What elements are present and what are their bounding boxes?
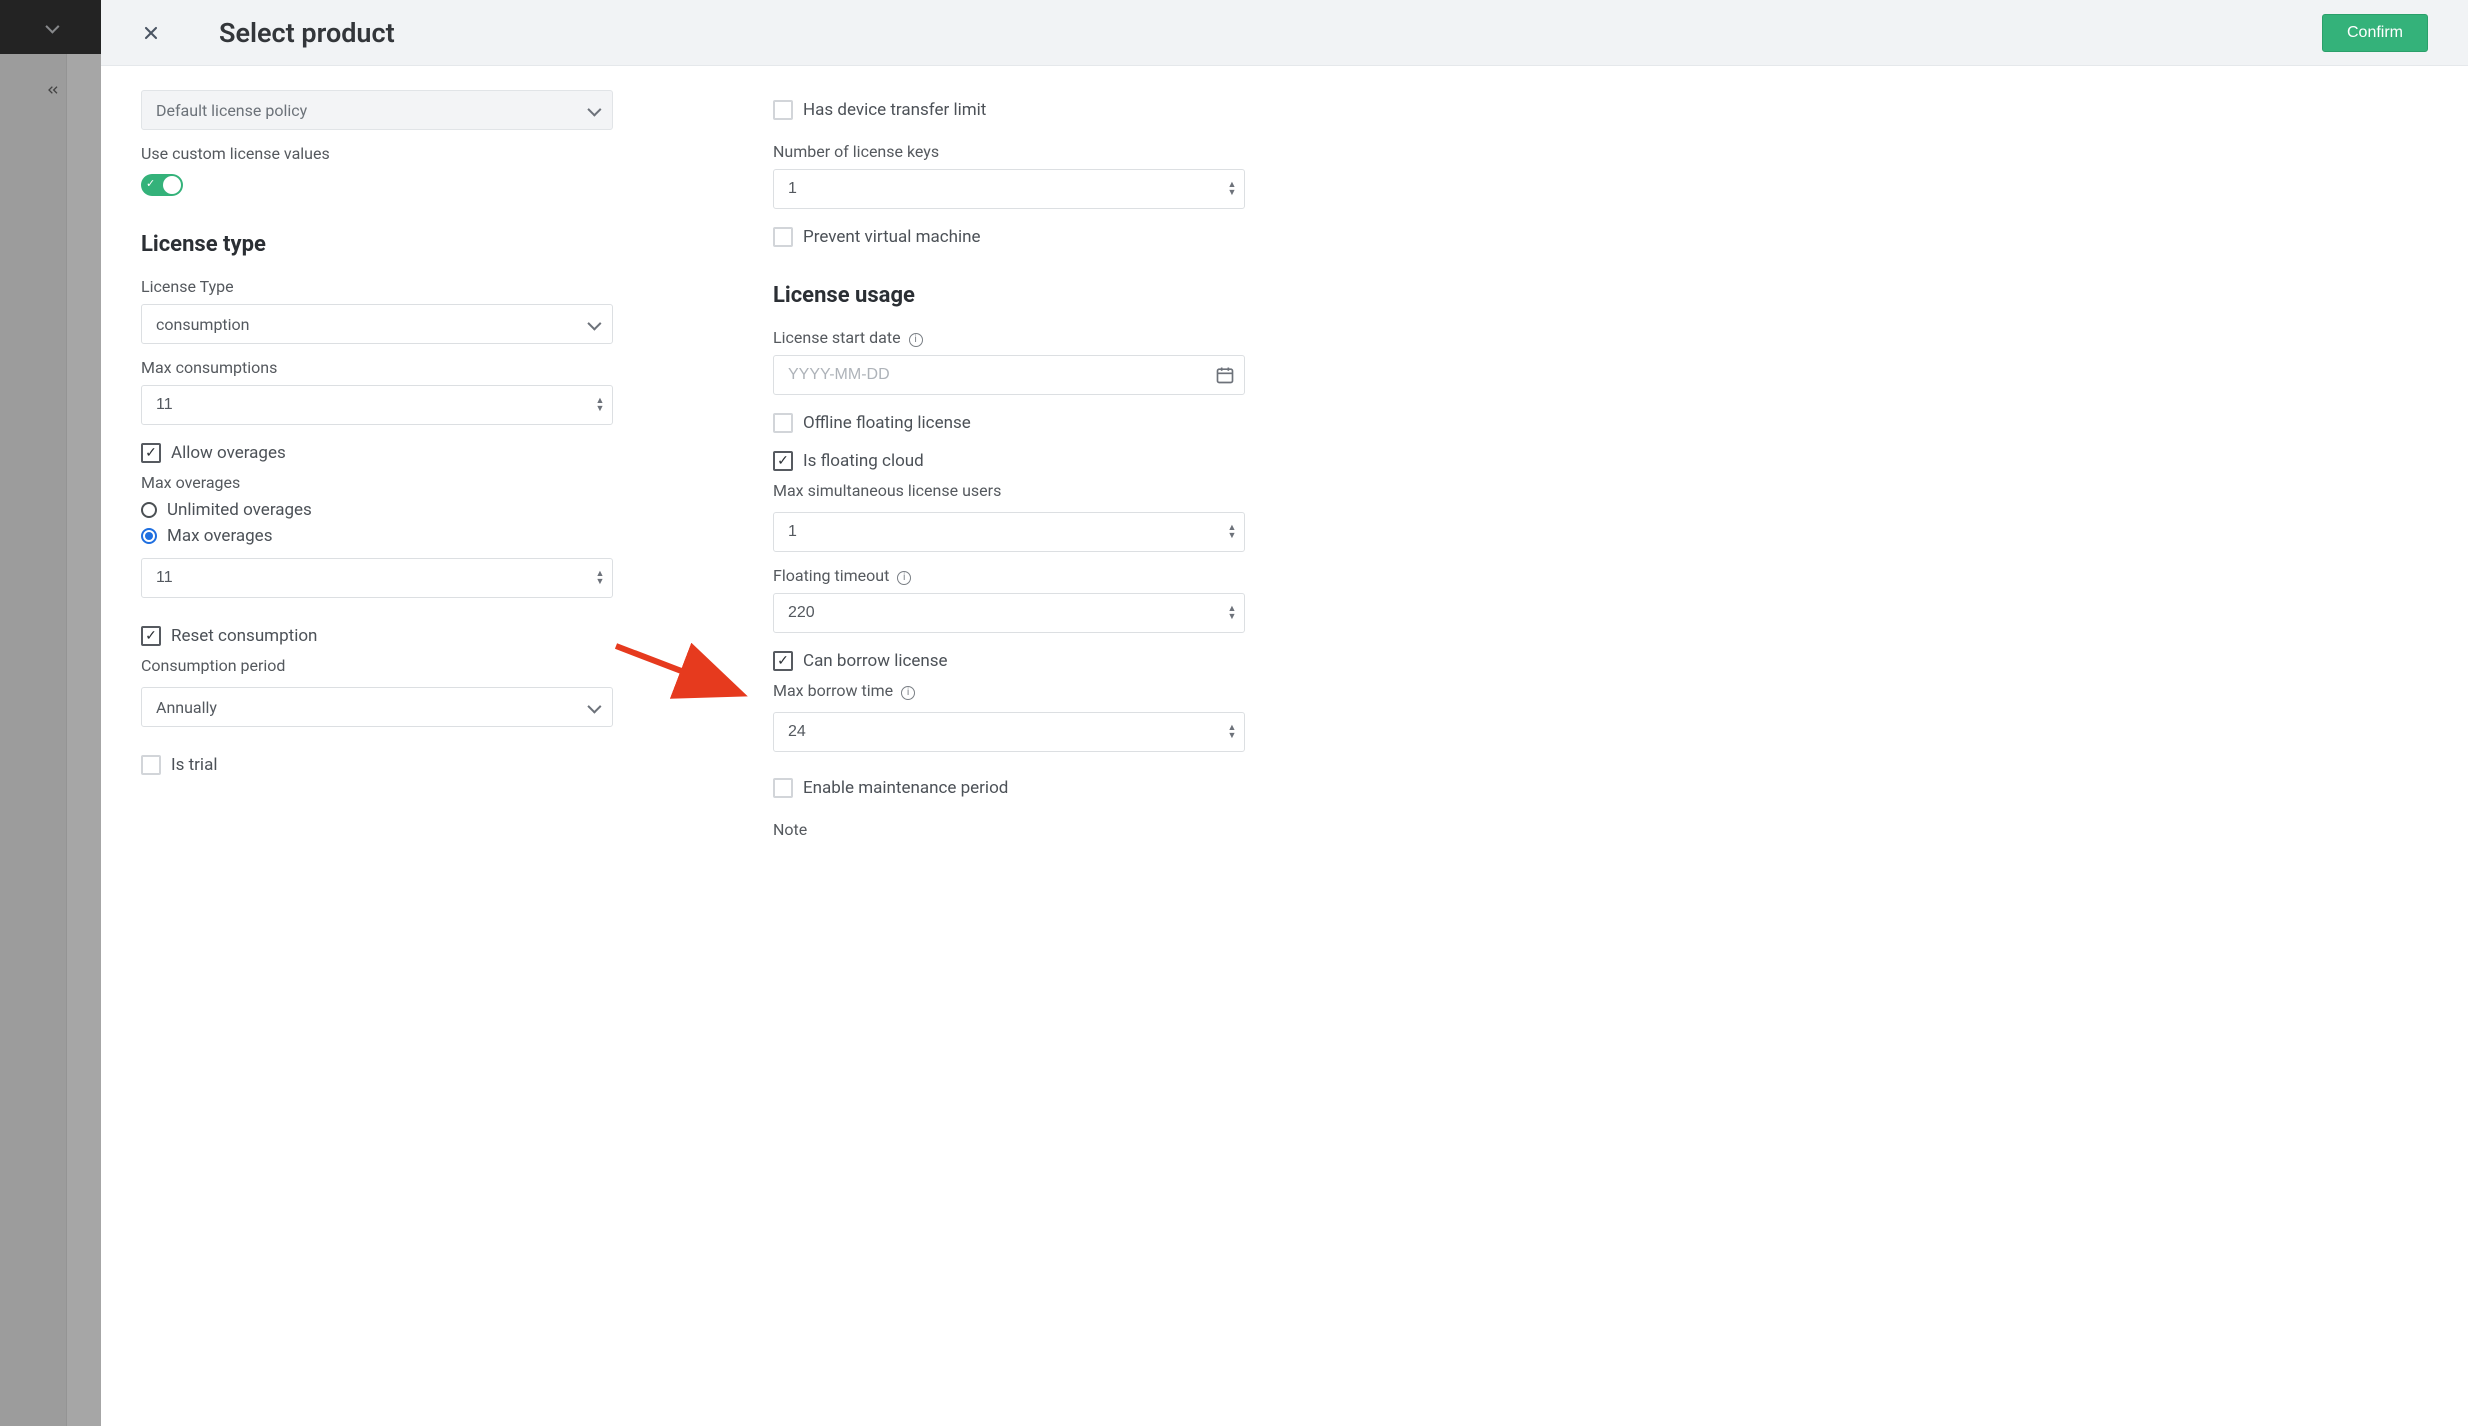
right-column: Has device transfer limit Number of lice… (773, 90, 1245, 1386)
drawer-header: Select product Confirm (101, 0, 2468, 66)
stepper-control[interactable]: ▲▼ (1225, 599, 1239, 627)
max-sim-users-label: Max simultaneous license users (773, 481, 1245, 500)
check-icon: ✓ (146, 177, 155, 190)
is-trial-checkbox[interactable] (141, 755, 161, 775)
note-label: Note (773, 820, 1245, 839)
allow-overages-checkbox[interactable]: ✓ (141, 443, 161, 463)
consumption-period-label: Consumption period (141, 656, 613, 675)
max-overages-radio[interactable] (141, 528, 157, 544)
num-keys-input[interactable] (773, 169, 1245, 209)
stepper-control[interactable]: ▲▼ (593, 564, 607, 592)
license-type-value: consumption (156, 315, 250, 334)
device-transfer-checkbox[interactable] (773, 100, 793, 120)
max-overages-label: Max overages (167, 526, 272, 546)
max-borrow-label: Max borrow time i (773, 681, 1245, 700)
info-icon[interactable]: i (901, 686, 915, 700)
consumption-period-value: Annually (156, 698, 217, 717)
can-borrow-checkbox[interactable]: ✓ (773, 651, 793, 671)
toggle-knob (163, 176, 181, 194)
custom-values-label: Use custom license values (141, 144, 613, 163)
offline-floating-label: Offline floating license (803, 413, 971, 433)
info-icon[interactable]: i (909, 333, 923, 347)
floating-timeout-input[interactable] (773, 593, 1245, 633)
info-icon[interactable]: i (897, 571, 911, 585)
can-borrow-label: Can borrow license (803, 651, 948, 671)
license-type-heading: License type (141, 232, 613, 257)
prevent-vm-checkbox[interactable] (773, 227, 793, 247)
max-sim-users-input[interactable] (773, 512, 1245, 552)
start-date-label: License start date i (773, 328, 1245, 347)
max-consumptions-label: Max consumptions (141, 358, 613, 377)
is-trial-label: Is trial (171, 755, 217, 775)
allow-overages-label: Allow overages (171, 443, 286, 463)
drawer-title: Select product (219, 17, 395, 49)
max-overages-input[interactable] (141, 558, 613, 598)
drawer-body: Default license policy Use custom licens… (101, 66, 2468, 1426)
consumption-period-select[interactable]: Annually (141, 687, 613, 727)
reset-consumption-label: Reset consumption (171, 626, 317, 646)
stepper-control[interactable]: ▲▼ (1225, 175, 1239, 203)
unlimited-overages-radio[interactable] (141, 502, 157, 518)
prevent-vm-label: Prevent virtual machine (803, 227, 981, 247)
max-overages-group-label: Max overages (141, 473, 613, 492)
num-keys-label: Number of license keys (773, 142, 1245, 161)
enable-maintenance-checkbox[interactable] (773, 778, 793, 798)
license-usage-heading: License usage (773, 283, 1245, 308)
chevron-down-icon (588, 315, 598, 334)
reset-consumption-checkbox[interactable]: ✓ (141, 626, 161, 646)
close-button[interactable] (141, 23, 161, 43)
arrow-annotation (611, 638, 751, 708)
chevron-down-icon (588, 101, 598, 120)
license-policy-value: Default license policy (156, 101, 307, 120)
confirm-button[interactable]: Confirm (2322, 14, 2428, 52)
max-borrow-input[interactable] (773, 712, 1245, 752)
unlimited-overages-label: Unlimited overages (167, 500, 312, 520)
stepper-control[interactable]: ▲▼ (1225, 518, 1239, 546)
device-transfer-label: Has device transfer limit (803, 100, 986, 120)
start-date-input[interactable] (773, 355, 1245, 395)
left-column: Default license policy Use custom licens… (141, 90, 613, 1386)
license-type-label: License Type (141, 277, 613, 296)
calendar-icon[interactable] (1215, 365, 1235, 389)
custom-values-toggle[interactable]: ✓ (141, 174, 183, 196)
max-consumptions-input[interactable] (141, 385, 613, 425)
floating-cloud-label: Is floating cloud (803, 451, 924, 471)
floating-cloud-checkbox[interactable]: ✓ (773, 451, 793, 471)
stepper-control[interactable]: ▲▼ (593, 391, 607, 419)
license-type-select[interactable]: consumption (141, 304, 613, 344)
license-policy-select[interactable]: Default license policy (141, 90, 613, 130)
drawer-panel: Select product Confirm Default license p… (101, 0, 2468, 1426)
chevron-down-icon (588, 698, 598, 717)
stepper-control[interactable]: ▲▼ (1225, 718, 1239, 746)
backdrop-overlay (0, 0, 101, 1426)
floating-timeout-label: Floating timeout i (773, 566, 1245, 585)
enable-maintenance-label: Enable maintenance period (803, 778, 1008, 798)
offline-floating-checkbox[interactable] (773, 413, 793, 433)
